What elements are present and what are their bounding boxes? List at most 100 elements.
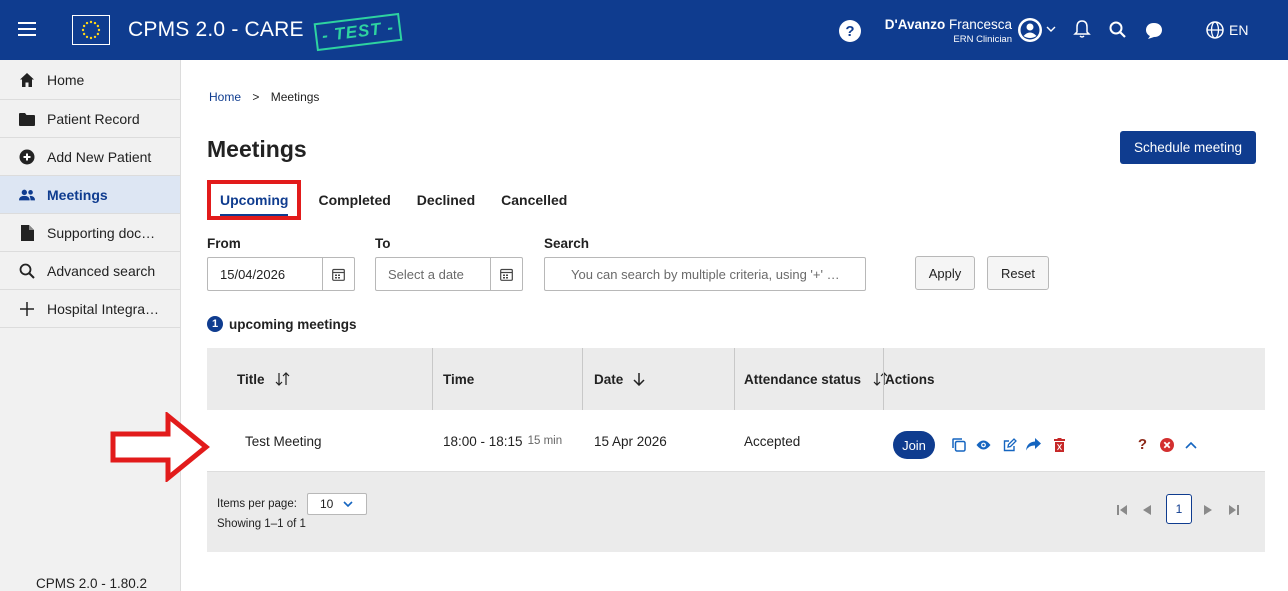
chevron-up-icon[interactable]: [1183, 437, 1198, 452]
showing-range: Showing 1–1 of 1: [217, 518, 306, 530]
bell-icon[interactable]: [1071, 18, 1093, 40]
column-divider: [883, 348, 884, 410]
from-date-value: 15/04/2026: [220, 266, 286, 282]
sidebar-item-label: Supporting doc…: [47, 224, 156, 241]
view-icon[interactable]: [976, 437, 991, 452]
column-header-time: Time: [443, 371, 475, 387]
decline-icon[interactable]: [1159, 437, 1174, 452]
meeting-duration: 15 min: [527, 435, 563, 447]
search-input[interactable]: You can search by multiple criteria, usi…: [544, 257, 866, 291]
to-date-placeholder: Select a date: [388, 266, 464, 282]
sort-desc-icon[interactable]: [633, 372, 645, 386]
plus-circle-icon: [19, 149, 35, 165]
sidebar-item-add-new-patient[interactable]: Add New Patient: [0, 138, 180, 176]
page-title: Meetings: [207, 136, 307, 162]
table-footer: Items per page: 10 Showing 1–1 of 1 1: [207, 472, 1265, 552]
items-per-page-label: Items per page:: [217, 498, 297, 510]
folder-icon: [19, 111, 35, 127]
tab-declined[interactable]: Declined: [404, 180, 488, 220]
to-label: To: [375, 236, 391, 251]
reset-button[interactable]: Reset: [987, 256, 1049, 290]
sidebar-item-meetings[interactable]: Meetings: [0, 176, 180, 214]
people-icon: [19, 187, 35, 203]
search-label: Search: [544, 236, 590, 251]
user-avatar-icon[interactable]: [1017, 17, 1043, 43]
sidebar-item-label: Patient Record: [47, 110, 140, 127]
first-page-icon[interactable]: [1115, 503, 1129, 517]
column-divider: [734, 348, 735, 410]
breadcrumb-home-link[interactable]: Home: [209, 90, 241, 104]
column-header-attendance[interactable]: Attendance status: [744, 348, 889, 410]
help-icon[interactable]: ?: [839, 20, 861, 42]
table-header: Title Time Date Attendance status Action…: [207, 348, 1265, 410]
from-label: From: [207, 236, 241, 251]
count-label: upcoming meetings: [229, 316, 357, 332]
breadcrumb: Home > Meetings: [209, 90, 319, 104]
question-icon[interactable]: ?: [1135, 436, 1150, 453]
main-content: Home > Meetings Meetings Schedule meetin…: [181, 60, 1288, 591]
chat-icon[interactable]: [1143, 20, 1165, 40]
column-divider: [582, 348, 583, 410]
sidebar-item-patient-record[interactable]: Patient Record: [0, 100, 180, 138]
meeting-tabs: Upcoming Completed Declined Cancelled: [207, 180, 580, 220]
tab-cancelled[interactable]: Cancelled: [488, 180, 580, 220]
chevron-down-icon: [343, 500, 353, 507]
menu-icon[interactable]: [18, 22, 36, 36]
meeting-title[interactable]: Test Meeting: [245, 410, 322, 472]
tab-upcoming[interactable]: Upcoming: [207, 180, 302, 220]
meeting-date: 15 Apr 2026: [594, 433, 667, 449]
next-page-icon[interactable]: [1201, 503, 1215, 517]
calendar-icon[interactable]: [490, 258, 522, 290]
meeting-time: 18:00 - 18:15 15 min: [443, 433, 563, 449]
share-icon[interactable]: [1026, 437, 1041, 452]
column-header-title[interactable]: Title: [237, 348, 291, 410]
table-row[interactable]: Test Meeting 18:00 - 18:15 15 min 15 Apr …: [207, 410, 1265, 472]
tab-completed[interactable]: Completed: [305, 180, 403, 220]
eu-flag-logo: [72, 15, 110, 45]
column-header-actions: Actions: [885, 371, 935, 387]
app-version: CPMS 2.0 - 1.80.2: [36, 576, 148, 591]
sidebar-item-label: Advanced search: [47, 262, 156, 279]
copy-icon[interactable]: [951, 437, 966, 452]
attendance-status: Accepted: [744, 433, 801, 449]
apply-button[interactable]: Apply: [915, 256, 975, 290]
column-header-date[interactable]: Date: [594, 348, 645, 410]
calendar-icon[interactable]: [322, 258, 354, 290]
sidebar-item-label: Hospital Integra…: [47, 300, 160, 317]
sidebar-item-hospital-integration[interactable]: Hospital Integra…: [0, 290, 180, 328]
breadcrumb-current: Meetings: [270, 90, 320, 104]
search-icon[interactable]: [1108, 20, 1128, 40]
edit-icon[interactable]: [1002, 437, 1017, 452]
page-number-button[interactable]: 1: [1166, 494, 1192, 524]
annotation-arrow: [110, 412, 210, 482]
search-icon: [19, 263, 35, 279]
document-icon: [19, 224, 35, 241]
previous-page-icon[interactable]: [1140, 503, 1154, 517]
home-icon: [19, 72, 35, 88]
test-stamp: - TEST -: [313, 12, 403, 52]
from-date-field[interactable]: 15/04/2026: [207, 257, 355, 291]
join-button[interactable]: Join: [893, 431, 935, 459]
sidebar-item-advanced-search[interactable]: Advanced search: [0, 252, 180, 290]
chevron-down-icon[interactable]: [1046, 24, 1056, 34]
language-selector[interactable]: EN: [1229, 22, 1248, 38]
schedule-meeting-button[interactable]: Schedule meeting: [1120, 131, 1256, 164]
count-badge: 1: [207, 316, 223, 332]
meetings-count: 1 upcoming meetings: [207, 316, 357, 332]
sidebar-item-home[interactable]: Home: [0, 60, 180, 100]
plus-icon: [19, 301, 35, 317]
sidebar: Home Patient Record Add New Patient Meet…: [0, 60, 181, 591]
sidebar-item-supporting-documents[interactable]: Supporting doc…: [0, 214, 180, 252]
sidebar-item-label: Meetings: [47, 186, 108, 203]
items-per-page-select[interactable]: 10: [307, 493, 367, 515]
user-name: D'Avanzo Francesca: [884, 17, 1012, 32]
delete-icon[interactable]: [1052, 437, 1067, 452]
sort-icon[interactable]: [275, 372, 291, 386]
top-bar: CPMS 2.0 - CARE - TEST - ? D'Avanzo Fran…: [0, 0, 1288, 60]
user-role: ERN Clinician: [953, 34, 1012, 45]
last-page-icon[interactable]: [1227, 503, 1241, 517]
sidebar-item-label: Add New Patient: [47, 148, 152, 165]
to-date-field[interactable]: Select a date: [375, 257, 523, 291]
globe-icon[interactable]: [1205, 20, 1225, 40]
column-divider: [432, 348, 433, 410]
